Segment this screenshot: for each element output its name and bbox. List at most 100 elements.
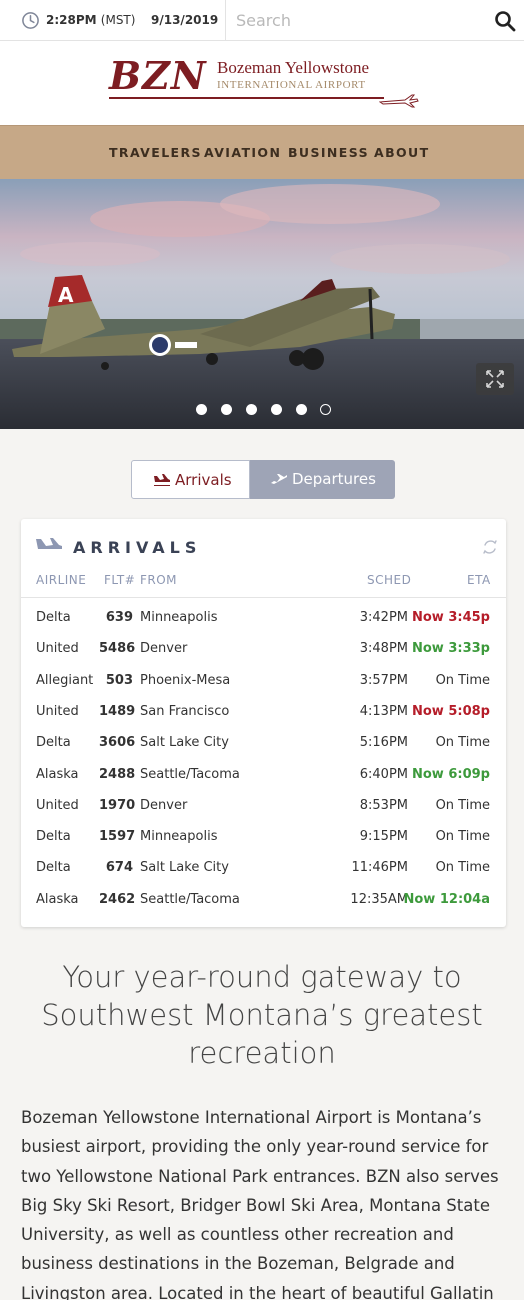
flight-number: 674 <box>105 860 133 876</box>
departing-plane-icon <box>271 474 287 484</box>
flight-sched: 11:46PM <box>351 860 408 876</box>
divider <box>225 0 226 41</box>
refresh-icon[interactable] <box>481 538 499 556</box>
expand-icon <box>486 370 504 388</box>
carousel-dot-active[interactable] <box>320 404 331 415</box>
flight-row: Delta 1597 Minneapolis 9:15PM On Time <box>21 829 506 860</box>
flight-from: Seattle/Tacoma <box>140 766 240 782</box>
flight-number: 2488 <box>99 766 136 782</box>
arrivals-tab[interactable]: Arrivals <box>131 460 250 499</box>
nav-item-aviation[interactable]: AVIATION <box>204 145 281 160</box>
search-input[interactable] <box>236 6 476 34</box>
header-divider <box>21 597 506 598</box>
flight-number: 639 <box>105 610 133 625</box>
svg-text:A: A <box>58 283 74 307</box>
flight-number: 3606 <box>99 735 136 751</box>
flight-row: Delta 639 Minneapolis 3:42PM Now 3:45p <box>21 610 506 641</box>
carousel-dot[interactable] <box>296 404 307 415</box>
logo[interactable]: BZN Bozeman Yellowstone INTERNATIONAL AI… <box>107 53 422 108</box>
column-header-sched: SCHED <box>367 573 412 587</box>
flight-airline: Delta <box>36 610 71 625</box>
flight-row: Alaska 2462 Seattle/Tacoma 12:35AM Now 12:04… <box>21 892 506 923</box>
flight-row: United 1970 Denver 8:53PM On Time <box>21 798 506 829</box>
header: BZN Bozeman Yellowstone INTERNATIONAL AI… <box>0 41 524 125</box>
flight-sched: 5:16PM <box>359 735 408 751</box>
carousel-dot[interactable] <box>271 404 282 415</box>
carousel-dot[interactable] <box>196 404 207 415</box>
airplane-logo-icon <box>379 94 419 108</box>
clock-icon <box>22 12 39 29</box>
flight-eta: On Time <box>435 672 490 688</box>
flight-eta: Now 12:04a <box>403 891 491 907</box>
departures-tab-label: Departures <box>292 470 376 488</box>
nav-item-about[interactable]: ABOUT <box>374 145 430 160</box>
carousel-dot[interactable] <box>221 404 232 415</box>
flight-sched: 12:35AM <box>350 891 408 907</box>
arriving-plane-icon <box>154 474 170 486</box>
flight-from: Salt Lake City <box>140 860 229 876</box>
nav-item-travelers[interactable]: TRAVELERS <box>109 145 202 160</box>
flight-from: Salt Lake City <box>140 735 229 751</box>
flight-sched: 9:15PM <box>359 829 408 845</box>
flight-airline: United <box>36 703 79 719</box>
flight-row: Alaska 2488 Seattle/Tacoma 6:40PM Now 6:09p <box>21 767 506 798</box>
flight-sched: 6:40PM <box>359 766 408 782</box>
intro-paragraph: Bozeman Yellowstone International Airpor… <box>21 1108 499 1300</box>
flight-eta: Now 6:09p <box>412 766 490 782</box>
flight-airline: Allegiant <box>36 672 94 688</box>
flight-sched: 3:42PM <box>359 610 408 625</box>
flight-eta: On Time <box>435 735 490 751</box>
flight-from: Minneapolis <box>140 829 218 845</box>
flight-row: Delta 674 Salt Lake City 11:46PM On Time <box>21 860 506 891</box>
flight-airline: Delta <box>36 829 71 845</box>
arrivals-tab-label: Arrivals <box>175 471 232 489</box>
current-time: 2:28PM (MST) <box>46 13 136 27</box>
flight-from: Phoenix-Mesa <box>140 672 231 688</box>
top-bar: 2:28PM (MST) 9/13/2019 <box>0 0 524 41</box>
flight-from: Denver <box>140 797 188 813</box>
logo-subtitle: INTERNATIONAL AIRPORT <box>217 79 366 91</box>
flight-airline: Delta <box>36 735 71 751</box>
page-headline: Your year-round gateway to Southwest Mon… <box>41 960 483 1070</box>
flight-eta: Now 3:45p <box>412 610 490 625</box>
current-date: 9/13/2019 <box>151 13 219 27</box>
flight-number: 1489 <box>99 703 136 719</box>
flight-from: Seattle/Tacoma <box>140 891 240 907</box>
logo-underline <box>109 97 384 99</box>
flight-sched: 3:57PM <box>359 672 408 688</box>
flight-airline: Alaska <box>36 891 79 907</box>
flight-row: United 5486 Denver 3:48PM Now 3:33p <box>21 641 506 672</box>
flight-sched: 3:48PM <box>359 641 408 657</box>
search-icon[interactable] <box>493 9 517 33</box>
arrivals-board: ARRIVALS AIRLINE FLT# FROM SCHED ETA Del… <box>21 519 506 927</box>
flight-airline: United <box>36 641 79 657</box>
flight-number: 1970 <box>99 797 136 813</box>
hero-carousel: A <box>0 179 524 429</box>
column-header-from: FROM <box>140 573 178 587</box>
flight-airline: United <box>36 797 79 813</box>
flight-airline: Delta <box>36 860 71 876</box>
flight-row: United 1489 San Francisco 4:13PM Now 5:08p <box>21 704 506 735</box>
flight-from: Minneapolis <box>140 610 218 625</box>
flight-eta: On Time <box>435 860 490 876</box>
fullscreen-button[interactable] <box>476 363 514 395</box>
flight-sched: 4:13PM <box>359 703 408 719</box>
board-title: ARRIVALS <box>73 538 202 557</box>
column-header-eta: ETA <box>467 573 491 587</box>
nav-item-business[interactable]: BUSINESS <box>288 145 369 160</box>
flight-number: 503 <box>105 672 133 688</box>
flight-number: 5486 <box>99 641 136 657</box>
flight-toggle: Arrivals Departures <box>131 460 395 499</box>
departures-tab[interactable]: Departures <box>250 460 395 499</box>
flight-eta: Now 5:08p <box>412 703 490 719</box>
flight-eta: Now 3:33p <box>412 641 490 657</box>
main-nav: TRAVELERS AVIATION BUSINESS ABOUT <box>0 125 524 179</box>
flight-eta: On Time <box>435 829 490 845</box>
logo-name: Bozeman Yellowstone <box>217 58 370 77</box>
flight-sched: 8:53PM <box>359 797 408 813</box>
column-header-airline: AIRLINE <box>36 573 87 587</box>
flight-eta: On Time <box>435 797 490 813</box>
carousel-dot[interactable] <box>246 404 257 415</box>
arrivals-plane-icon <box>36 538 62 549</box>
hero-image: A <box>0 179 524 429</box>
